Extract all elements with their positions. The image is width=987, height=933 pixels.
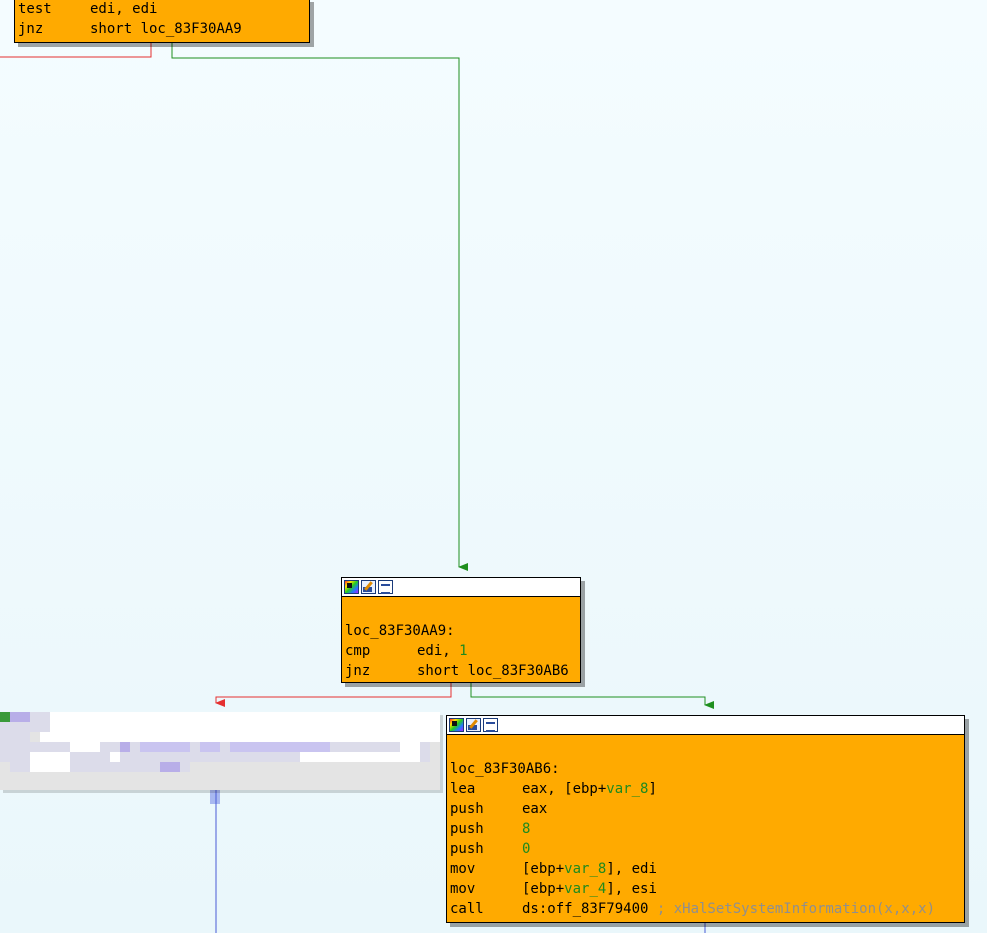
instruction-line[interactable]: push 0 <box>450 839 961 859</box>
code-block-top[interactable]: test edi, edi jnz short loc_83F30AA9 <box>14 0 310 43</box>
code-block-loc-83f30aa9[interactable]: loc_83F30AA9: cmp edi, 1 jnz short loc_83F3… <box>341 577 581 683</box>
mnemonic[interactable]: mov <box>450 859 522 879</box>
operand[interactable]: edi, edi <box>90 1 157 17</box>
color-icon[interactable] <box>344 580 359 594</box>
mnemonic[interactable]: push <box>450 799 522 819</box>
block-header <box>342 578 580 597</box>
instruction-line[interactable]: push eax <box>450 799 961 819</box>
operand[interactable]: ds:off_83F79400 <box>522 901 657 917</box>
block-header <box>447 716 964 735</box>
immediate-value[interactable]: 8 <box>522 821 530 837</box>
edge-true-aa9-to-ab6 <box>470 683 714 709</box>
instruction-line[interactable]: push 8 <box>450 819 961 839</box>
mnemonic[interactable]: mov <box>450 879 522 899</box>
mnemonic[interactable]: jnz <box>18 19 90 39</box>
operand[interactable]: ] <box>648 781 656 797</box>
instruction-line[interactable]: jnz short loc_83F30AB6 <box>345 661 577 681</box>
instruction-line[interactable]: test edi, edi <box>18 0 306 19</box>
instruction-line[interactable]: mov [ebp+var_8], edi <box>450 859 961 879</box>
stack-variable[interactable]: var_8 <box>564 861 606 877</box>
mnemonic[interactable]: cmp <box>345 641 417 661</box>
immediate-value[interactable]: 0 <box>522 841 530 857</box>
instruction-line[interactable]: mov [ebp+var_4], esi <box>450 879 961 899</box>
edge-true-top-to-aa9 <box>171 43 468 571</box>
code-block-obscured[interactable] <box>0 712 440 790</box>
mnemonic[interactable]: push <box>450 839 522 859</box>
operand[interactable]: edi, <box>417 643 459 659</box>
edit-icon[interactable] <box>361 580 376 594</box>
instruction-line[interactable]: call ds:off_83F79400 ; xHalSetSystemInfor… <box>450 899 961 919</box>
graph-icon[interactable] <box>483 718 498 732</box>
code-block-body: loc_83F30AB6: lea eax, [ebp+var_8] push eax… <box>447 735 964 919</box>
code-block-loc-83f30ab6[interactable]: loc_83F30AB6: lea eax, [ebp+var_8] push eax… <box>446 715 965 923</box>
operand[interactable]: [ebp+ <box>522 881 564 897</box>
block-label[interactable]: loc_83F30AB6: <box>450 759 961 779</box>
code-block-top-body: test edi, edi jnz short loc_83F30AA9 <box>15 0 309 39</box>
operand[interactable]: short loc_83F30AB6 <box>417 663 569 679</box>
stack-variable[interactable]: var_8 <box>606 781 648 797</box>
mnemonic[interactable]: test <box>18 0 90 19</box>
edit-icon[interactable] <box>466 718 481 732</box>
immediate-value[interactable]: 1 <box>459 643 467 659</box>
operand[interactable]: short loc_83F30AA9 <box>90 21 242 37</box>
graph-icon[interactable] <box>378 580 393 594</box>
mnemonic[interactable]: call <box>450 899 522 919</box>
block-label[interactable]: loc_83F30AA9: <box>345 621 577 641</box>
code-block-body: loc_83F30AA9: cmp edi, 1 jnz short loc_83F3… <box>342 597 580 681</box>
mnemonic[interactable]: jnz <box>345 661 417 681</box>
operand[interactable]: ], esi <box>606 881 657 897</box>
operand[interactable]: [ebp+ <box>522 861 564 877</box>
comment[interactable]: ; xHalSetSystemInformation(x,x,x) <box>657 901 935 917</box>
instruction-line[interactable]: cmp edi, 1 <box>345 641 577 661</box>
color-icon[interactable] <box>449 718 464 732</box>
edge-false-top <box>0 43 152 58</box>
operand[interactable]: eax, [ebp+ <box>522 781 606 797</box>
instruction-line[interactable]: jnz short loc_83F30AA9 <box>18 19 306 39</box>
operand[interactable]: ], edi <box>606 861 657 877</box>
edge-false-aa9 <box>215 683 452 707</box>
mnemonic[interactable]: lea <box>450 779 522 799</box>
mnemonic[interactable]: push <box>450 819 522 839</box>
instruction-line[interactable]: lea eax, [ebp+var_8] <box>450 779 961 799</box>
stack-variable[interactable]: var_4 <box>564 881 606 897</box>
operand[interactable]: eax <box>522 801 547 817</box>
